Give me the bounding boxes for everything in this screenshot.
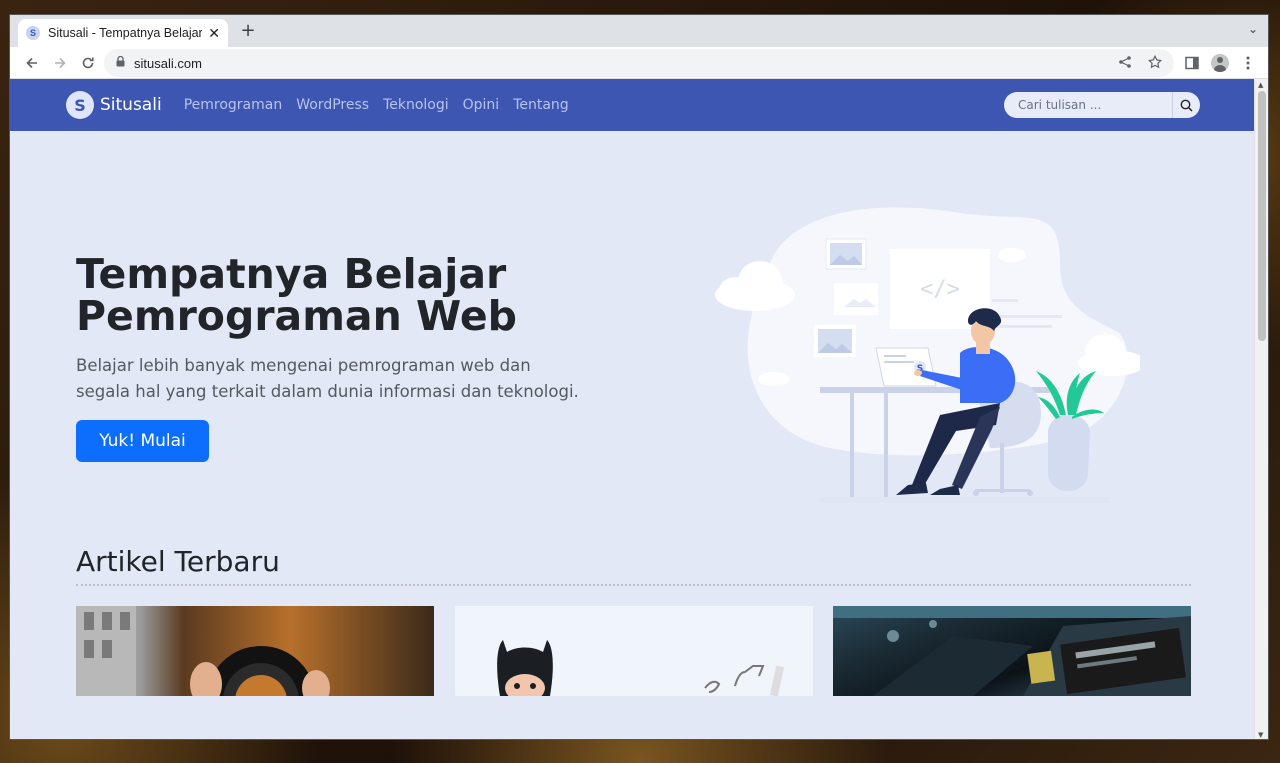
nav-link-opini[interactable]: Opini	[463, 97, 500, 113]
article-cards	[76, 606, 1191, 696]
search-icon	[1180, 99, 1193, 112]
side-panel-button[interactable]	[1178, 49, 1206, 77]
reload-icon	[82, 57, 94, 68]
tab-search-chevron-icon[interactable]: ⌄	[1248, 22, 1258, 36]
brand-name: Situsali	[100, 95, 162, 115]
hero-title: Tempatnya Belajar Pemrograman Web	[76, 253, 636, 337]
tab-close-icon[interactable]: ✕	[208, 25, 220, 42]
hero-title-line2: Pemrograman Web	[76, 292, 517, 340]
page-viewport: S Situsali Pemrograman WordPress Teknolo…	[10, 79, 1256, 739]
hero-subtitle: Belajar lebih banyak mengenai pemrograma…	[76, 353, 636, 405]
nav-link-pemrograman[interactable]: Pemrograman	[184, 97, 283, 113]
scrollbar-thumb[interactable]	[1258, 91, 1266, 341]
article-thumbnail-circuit-board	[833, 606, 1191, 696]
nav-link-tentang[interactable]: Tentang	[513, 97, 569, 113]
latest-articles-section: Artikel Terbaru	[76, 545, 1191, 696]
article-card-github[interactable]	[454, 606, 813, 696]
kebab-menu-icon	[1246, 56, 1250, 70]
site-search	[1004, 92, 1200, 118]
developer-at-desk-illustration: </> S	[715, 207, 1140, 503]
browser-toolbar: situsali.com	[10, 47, 1268, 79]
back-arrow-icon	[26, 57, 37, 68]
situsali-logo-icon: S	[66, 91, 94, 119]
browser-tab[interactable]: S Situsali - Tempatnya Belajar ✕	[18, 19, 228, 47]
share-icon[interactable]	[1118, 55, 1132, 72]
back-button[interactable]	[18, 49, 46, 77]
section-heading: Artikel Terbaru	[76, 545, 1191, 586]
hero-subtitle-line2: segala hal yang terkait dalam dunia info…	[76, 382, 579, 401]
hero-section: Tempatnya Belajar Pemrograman Web Belaja…	[10, 131, 1256, 551]
site-navbar: S Situsali Pemrograman WordPress Teknolo…	[10, 79, 1256, 131]
tab-strip: S Situsali - Tempatnya Belajar ✕ + ⌄	[10, 15, 1268, 47]
lock-icon	[116, 55, 125, 70]
start-button[interactable]: Yuk! Mulai	[76, 420, 209, 462]
side-panel-icon	[1185, 56, 1199, 70]
article-thumbnail-octocat	[496, 640, 784, 696]
profile-button[interactable]	[1206, 49, 1234, 77]
profile-avatar-icon	[1211, 54, 1229, 72]
url-text: situsali.com	[134, 55, 202, 71]
toolbar-right	[1178, 49, 1262, 77]
forward-arrow-icon	[55, 57, 66, 68]
search-button[interactable]	[1172, 92, 1200, 118]
address-bar[interactable]: situsali.com	[104, 49, 1174, 77]
article-card-camera-lens[interactable]	[76, 606, 434, 696]
search-input[interactable]	[1004, 92, 1172, 118]
forward-button[interactable]	[46, 49, 74, 77]
hero-subtitle-line1: Belajar lebih banyak mengenai pemrograma…	[76, 356, 531, 375]
nav-link-wordpress[interactable]: WordPress	[296, 97, 369, 113]
nav-link-teknologi[interactable]: Teknologi	[383, 97, 449, 113]
bookmark-star-icon[interactable]	[1147, 54, 1163, 72]
scroll-down-arrow-icon[interactable]: ▼	[1258, 731, 1263, 739]
reload-button[interactable]	[74, 49, 102, 77]
article-thumbnail-camera	[76, 606, 330, 696]
browser-window: S Situsali - Tempatnya Belajar ✕ + ⌄ sit…	[9, 14, 1269, 740]
site-brand[interactable]: S Situsali	[66, 91, 162, 119]
page-scrollbar[interactable]: ▲ ▼	[1254, 79, 1268, 739]
svg-text:</>: </>	[920, 277, 960, 302]
hero-title-line1: Tempatnya Belajar	[76, 250, 507, 298]
scroll-up-arrow-icon[interactable]: ▲	[1258, 81, 1263, 89]
nav-links: Pemrograman WordPress Teknologi Opini Te…	[174, 97, 573, 113]
favicon-icon: S	[26, 26, 40, 40]
menu-button[interactable]	[1234, 49, 1262, 77]
tab-title: Situsali - Tempatnya Belajar	[48, 26, 203, 40]
new-tab-button[interactable]: +	[238, 21, 258, 41]
article-card-hardware[interactable]	[833, 606, 1191, 696]
